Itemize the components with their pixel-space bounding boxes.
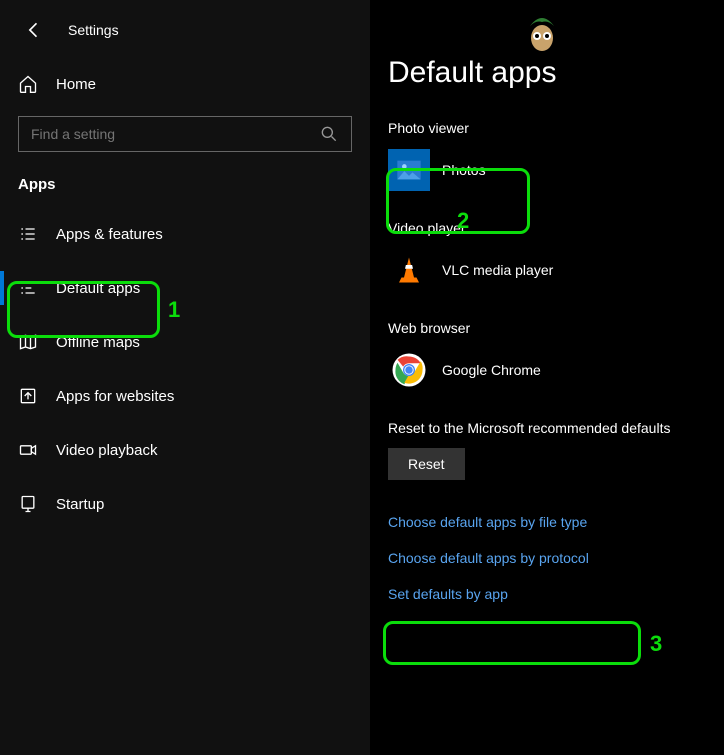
sidebar-item-offline-maps[interactable]: Offline maps [0,315,370,369]
search-box[interactable] [18,116,352,152]
sidebar-item-label: Default apps [56,280,140,297]
app-name: Photos [442,162,486,178]
list-icon [18,224,38,244]
link-file-type[interactable]: Choose default apps by file type [388,514,724,530]
sidebar-item-default-apps[interactable]: Default apps [0,261,370,315]
header-title: Settings [68,22,119,38]
external-icon [18,386,38,406]
sidebar-item-label: Apps for websites [56,388,174,405]
sidebar-item-apps-websites[interactable]: Apps for websites [0,369,370,423]
video-icon [18,440,38,460]
app-name: Google Chrome [442,362,541,378]
home-label: Home [56,76,96,93]
section-title: Apps [0,176,370,207]
page-title: Default apps [388,56,724,120]
vlc-icon [388,249,430,291]
content-pane: Default apps Photo viewer Photos Video p… [370,0,724,755]
defaults-icon [18,278,38,298]
header-row: Settings [0,14,370,66]
map-icon [18,332,38,352]
sidebar-item-label: Apps & features [56,226,163,243]
app-row-photo[interactable]: Photos [388,148,724,192]
sidebar-item-startup[interactable]: Startup [0,477,370,531]
mascot-icon [524,12,560,55]
link-list: Choose default apps by file type Choose … [370,514,724,602]
sidebar-item-label: Offline maps [56,334,140,351]
app-row-browser[interactable]: Google Chrome [388,348,724,392]
category-label-video: Video player [388,220,724,236]
chrome-icon [388,349,430,391]
app-row-video[interactable]: VLC media player [388,248,724,292]
sidebar: Settings Home Apps Apps & features [0,0,370,755]
photos-icon [388,149,430,191]
search-icon [319,124,339,144]
search-input[interactable] [31,126,319,142]
back-button[interactable] [18,14,50,46]
sidebar-item-apps-features[interactable]: Apps & features [0,207,370,261]
settings-root: Settings Home Apps Apps & features [0,0,724,755]
sidebar-item-video-playback[interactable]: Video playback [0,423,370,477]
reset-label: Reset to the Microsoft recommended defau… [388,420,724,436]
sidebar-item-label: Startup [56,496,104,513]
sidebar-item-label: Video playback [56,442,157,459]
home-button[interactable]: Home [0,66,370,116]
startup-icon [18,494,38,514]
app-name: VLC media player [442,262,553,278]
category-label-browser: Web browser [388,320,724,336]
link-protocol[interactable]: Choose default apps by protocol [388,550,724,566]
home-icon [18,74,38,94]
category-label-photo: Photo viewer [388,120,724,136]
link-by-app[interactable]: Set defaults by app [388,586,724,602]
arrow-left-icon [24,20,44,40]
reset-button[interactable]: Reset [388,448,465,480]
